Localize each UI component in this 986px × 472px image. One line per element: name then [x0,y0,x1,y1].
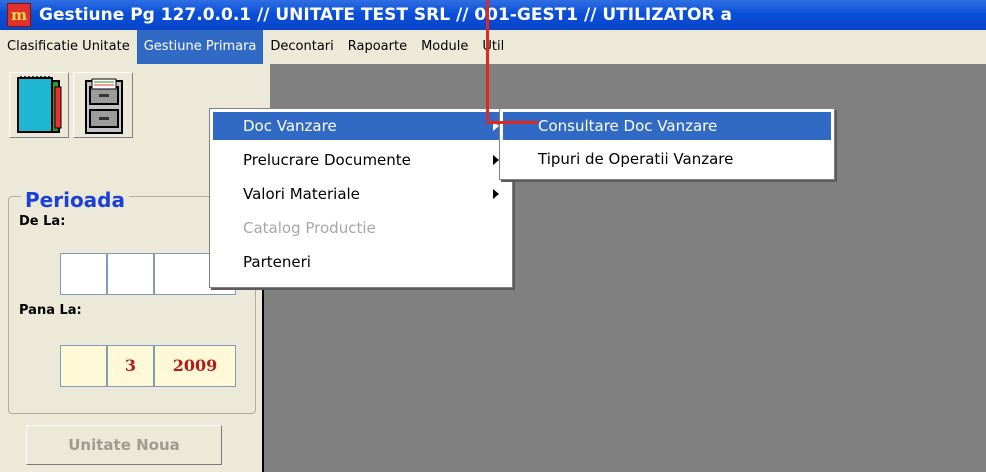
pana-la-day-field[interactable] [60,345,107,387]
pointer-line-vertical [486,0,489,120]
file-cabinet-icon [85,78,123,134]
submenu-arrow-icon [493,189,499,199]
menu-clasificatie-unitate[interactable]: Clasificatie Unitate [0,30,137,64]
de-la-label: De La: [19,214,66,229]
app-icon: m [7,3,31,27]
menu-item-label: Doc Vanzare [243,117,337,135]
menu-gestiune-primara[interactable]: Gestiune Primara [136,30,264,64]
menu-decontari[interactable]: Decontari [263,30,340,64]
pana-la-label: Pana La: [19,303,82,318]
menu-item-prelucrare-documente[interactable]: Prelucrare Documente [213,146,509,174]
doc-vanzare-submenu: Consultare Doc Vanzare Tipuri de Operati… [499,108,835,180]
menu-bar: Clasificatie Unitate Gestiune Primara De… [0,30,986,64]
gestiune-primara-dropdown: Doc Vanzare Prelucrare Documente Valori … [209,108,513,288]
menu-item-label: Prelucrare Documente [243,151,411,169]
menu-util[interactable]: Util [475,30,511,64]
window-title: Gestiune Pg 127.0.0.1 // UNITATE TEST SR… [39,5,732,25]
title-bar: m Gestiune Pg 127.0.0.1 // UNITATE TEST … [0,0,986,30]
menu-item-consultare-doc-vanzare[interactable]: Consultare Doc Vanzare [503,112,831,140]
notebook-button[interactable] [9,72,69,138]
file-cabinet-button[interactable] [73,72,133,138]
pana-la-month-field[interactable]: 3 [107,345,154,387]
menu-item-valori-materiale[interactable]: Valori Materiale [213,180,509,208]
notebook-icon [17,76,62,133]
menu-item-parteneri[interactable]: Parteneri [213,248,509,276]
menu-item-tipuri-operatii-vanzare[interactable]: Tipuri de Operatii Vanzare [503,145,831,173]
unitate-noua-button[interactable]: Unitate Noua [26,425,222,465]
menu-module[interactable]: Module [414,30,475,64]
pointer-line-horizontal [486,121,538,124]
menu-item-label: Valori Materiale [243,185,360,203]
menu-item-catalog-productie: Catalog Productie [243,219,376,237]
de-la-month-field[interactable] [107,253,154,295]
menu-rapoarte[interactable]: Rapoarte [341,30,414,64]
perioada-title: Perioada [21,188,129,212]
menu-item-doc-vanzare[interactable]: Doc Vanzare [213,112,509,140]
pana-la-year-field[interactable]: 2009 [154,345,236,387]
de-la-day-field[interactable] [60,253,107,295]
